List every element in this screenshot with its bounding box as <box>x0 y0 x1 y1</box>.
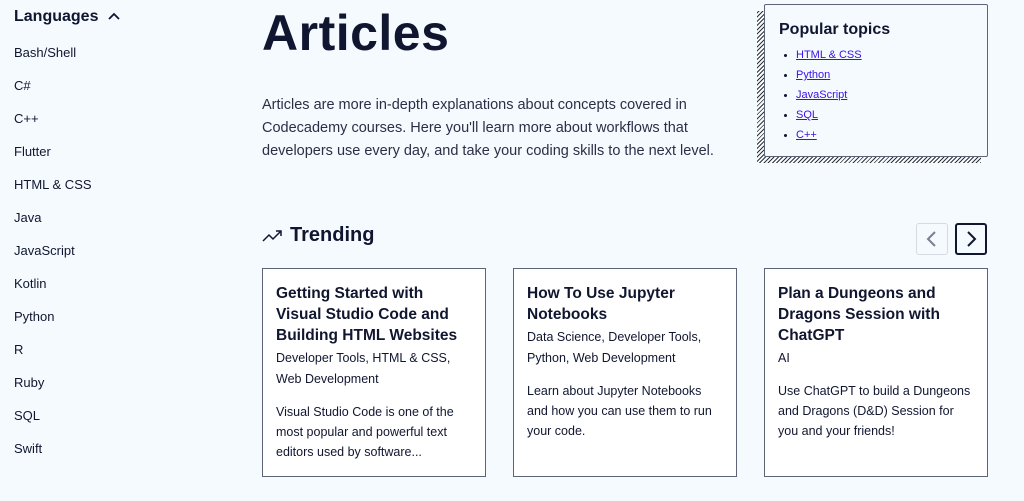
sidebar-item-ruby[interactable]: Ruby <box>14 364 234 397</box>
popular-topics-title: Popular topics <box>779 21 891 38</box>
popular-topic-item: Python <box>779 65 973 85</box>
sidebar-item-csharp[interactable]: C# <box>14 67 234 100</box>
popular-topics-list: HTML & CSS Python JavaScript SQL C++ <box>779 45 973 145</box>
article-card-title: Plan a Dungeons and Dragons Session with… <box>778 285 940 344</box>
topic-link-cpp[interactable]: C++ <box>796 125 817 145</box>
trending-title: Trending <box>290 224 375 246</box>
article-card-title: How To Use Jupyter Notebooks <box>527 285 675 323</box>
popular-topic-item: SQL <box>779 105 973 125</box>
bullet-icon <box>784 113 787 117</box>
topic-link-html-css[interactable]: HTML & CSS <box>796 45 862 65</box>
bullet-icon <box>784 133 787 137</box>
article-card-tags: Developer Tools, HTML & CSS, Web Develop… <box>276 351 451 386</box>
carousel-next-button[interactable] <box>955 223 987 255</box>
sidebar-item-r[interactable]: R <box>14 331 234 364</box>
article-card-tags: Data Science, Developer Tools, Python, W… <box>527 330 702 365</box>
chevron-up-icon <box>108 12 121 20</box>
chevron-right-icon <box>967 231 977 247</box>
popular-topic-item: JavaScript <box>779 85 973 105</box>
bullet-icon <box>784 73 787 77</box>
sidebar-item-python[interactable]: Python <box>14 298 234 331</box>
chevron-left-icon <box>926 231 936 247</box>
sidebar: Languages Bash/Shell C# C++ Flutter HTML… <box>14 0 234 463</box>
languages-toggle[interactable]: Languages <box>14 0 234 34</box>
sidebar-item-kotlin[interactable]: Kotlin <box>14 265 234 298</box>
article-card-description: Learn about Jupyter Notebooks and how yo… <box>527 384 712 438</box>
article-card-description: Use ChatGPT to build a Dungeons and Drag… <box>778 384 971 438</box>
sidebar-item-cpp[interactable]: C++ <box>14 100 234 133</box>
page-title: Articles <box>262 5 450 61</box>
popular-topics-box: Popular topics HTML & CSS Python JavaScr… <box>764 4 988 157</box>
topic-link-python[interactable]: Python <box>796 65 830 85</box>
sidebar-item-html-css[interactable]: HTML & CSS <box>14 166 234 199</box>
sidebar-item-javascript[interactable]: JavaScript <box>14 232 234 265</box>
article-card[interactable]: Getting Started with Visual Studio Code … <box>262 268 486 477</box>
article-card[interactable]: Plan a Dungeons and Dragons Session with… <box>764 268 988 477</box>
popular-topic-item: HTML & CSS <box>779 45 973 65</box>
article-card-title: Getting Started with Visual Studio Code … <box>276 285 458 344</box>
bullet-icon <box>784 53 787 57</box>
popular-topic-item: C++ <box>779 125 973 145</box>
sidebar-item-java[interactable]: Java <box>14 199 234 232</box>
sidebar-header-label: Languages <box>14 8 99 25</box>
trending-up-icon <box>262 229 282 242</box>
trending-heading: Trending <box>262 224 374 247</box>
bullet-icon <box>784 93 787 97</box>
article-card-tags: AI <box>778 351 790 365</box>
sidebar-item-sql[interactable]: SQL <box>14 397 234 430</box>
topic-link-sql[interactable]: SQL <box>796 105 818 125</box>
languages-list: Bash/Shell C# C++ Flutter HTML & CSS Jav… <box>14 34 234 463</box>
intro-text: Articles are more in-depth explanations … <box>262 97 714 159</box>
article-card-description: Visual Studio Code is one of the most po… <box>276 405 454 459</box>
sidebar-item-flutter[interactable]: Flutter <box>14 133 234 166</box>
carousel-prev-button[interactable] <box>916 223 948 255</box>
sidebar-item-bash-shell[interactable]: Bash/Shell <box>14 34 234 67</box>
topic-link-javascript[interactable]: JavaScript <box>796 85 847 105</box>
article-card[interactable]: How To Use Jupyter Notebooks Data Scienc… <box>513 268 737 477</box>
sidebar-item-swift[interactable]: Swift <box>14 430 234 463</box>
